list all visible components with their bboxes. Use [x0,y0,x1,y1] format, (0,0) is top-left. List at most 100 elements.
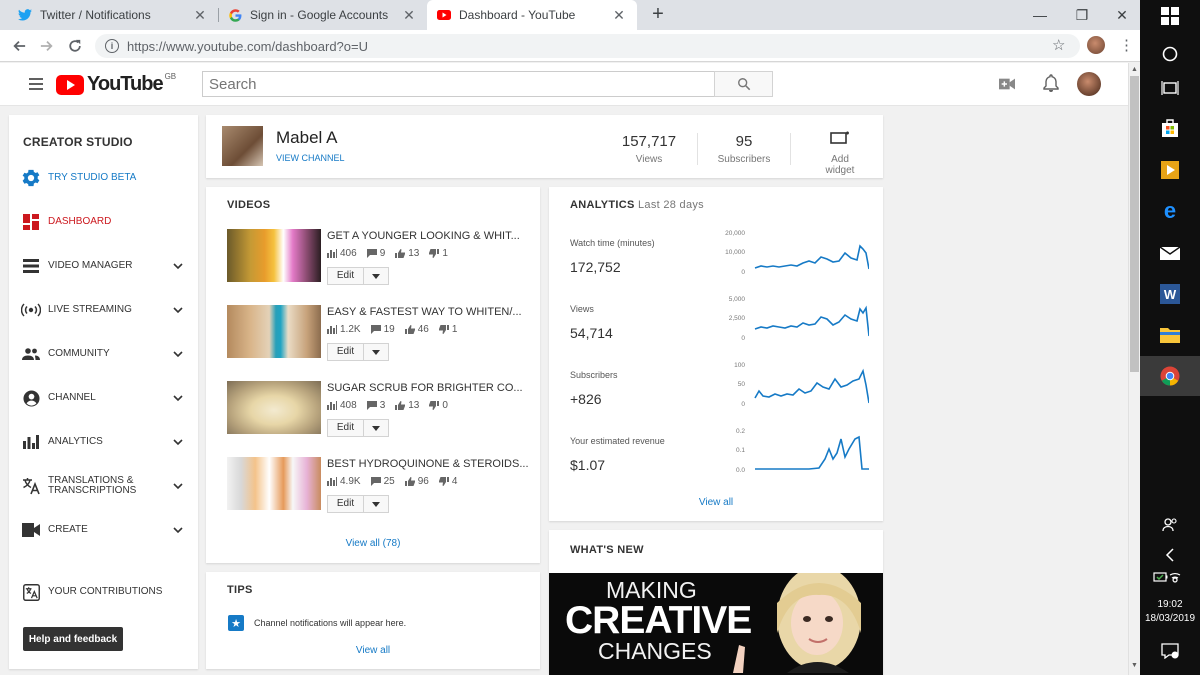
scrollbar-thumb[interactable] [1130,76,1139,372]
video-title[interactable]: SUGAR SCRUB FOR BRIGHTER CO... [327,382,523,394]
chevron-down-icon[interactable] [173,349,183,359]
minimize-button[interactable]: — [1020,0,1060,30]
revenue-sparkline[interactable]: 0.2 0.1 0.0 [719,427,869,477]
edit-button[interactable]: Edit [327,267,389,285]
chevron-down-icon[interactable] [173,261,183,271]
views-sparkline[interactable]: 5,000 2,500 0 [719,295,869,345]
subscribers-label: Subscribers [717,154,771,165]
bookmark-star-icon[interactable]: ☆ [1052,36,1065,54]
dropdown-caret-icon[interactable] [364,501,388,507]
chevron-down-icon[interactable] [173,393,183,403]
axis-tick: 0.0 [736,467,745,474]
site-info-icon[interactable]: i [105,39,119,53]
videos-view-all-link[interactable]: View all (78) [206,538,540,549]
thumbs-down-icon [438,325,449,334]
chevron-down-icon[interactable] [173,305,183,315]
whats-new-banner[interactable]: MAKING CREATIVE CHANGES [549,573,883,675]
search-input[interactable] [202,71,715,97]
store-icon[interactable] [1158,116,1182,140]
mail-icon[interactable] [1158,241,1182,265]
close-icon[interactable]: ✕ [192,7,208,24]
view-channel-link[interactable]: VIEW CHANNEL [276,153,345,163]
video-likes: 13 [408,400,420,411]
url-bar[interactable]: i https://www.youtube.com/dashboard?o=U [95,34,1080,58]
sidebar-item-try-studio-beta[interactable]: TRY STUDIO BETA [9,163,198,193]
search-button[interactable] [714,71,773,97]
video-thumbnail[interactable] [227,305,321,358]
chevron-down-icon[interactable] [173,525,183,535]
subscribers-sparkline[interactable]: 100 50 0 [719,361,869,411]
edge-browser-icon[interactable]: e [1158,199,1182,223]
tab-google-accounts[interactable]: Sign in - Google Accounts ✕ [219,0,427,30]
close-icon[interactable]: ✕ [611,7,627,24]
battery-wifi-tray[interactable] [1150,565,1190,589]
channel-name: Mabel A [276,128,338,147]
sidebar-item-channel[interactable]: CHANNEL [9,383,198,413]
edit-button[interactable]: Edit [327,343,389,361]
tab-youtube-dashboard[interactable]: Dashboard - YouTube ✕ [427,0,637,30]
help-feedback-button[interactable]: Help and feedback [23,627,123,651]
close-icon[interactable]: ✕ [401,7,417,24]
edit-button[interactable]: Edit [327,495,389,513]
sidebar-item-community[interactable]: COMMUNITY [9,339,198,369]
cortana-search-icon[interactable] [1158,42,1182,66]
action-center-icon[interactable] [1158,639,1182,663]
video-row: GET A YOUNGER LOOKING & WHIT... 406 9 13… [227,229,527,285]
video-row: SUGAR SCRUB FOR BRIGHTER CO... 408 3 13 … [227,381,527,437]
video-thumbnail[interactable] [227,381,321,434]
windows-start-icon[interactable] [1158,4,1182,28]
analytics-view-all-link[interactable]: View all [549,497,883,508]
browser-profile-avatar[interactable] [1087,36,1105,54]
video-title[interactable]: BEST HYDROQUINONE & STEROIDS... [327,458,529,470]
watch-time-sparkline[interactable]: 20,000 10,000 0 [719,229,869,279]
sidebar-item-create[interactable]: CREATE [9,515,198,545]
scroll-up-arrow[interactable]: ▲ [1130,66,1139,73]
metric-value: +826 [570,391,602,407]
back-button[interactable] [8,35,30,57]
youtube-logo[interactable]: YouTube GB [56,72,176,96]
media-player-icon[interactable] [1158,158,1182,182]
hamburger-menu-icon[interactable] [29,78,43,90]
sidebar-item-your-contributions[interactable]: YOUR CONTRIBUTIONS [9,577,198,607]
video-title[interactable]: EASY & FASTEST WAY TO WHITEN/... [327,306,522,318]
edit-button[interactable]: Edit [327,419,389,437]
word-icon[interactable]: W [1158,282,1182,306]
video-thumbnail[interactable] [227,229,321,282]
forward-button[interactable] [36,35,58,57]
close-window-button[interactable]: ✕ [1102,0,1142,30]
scroll-down-arrow[interactable]: ▼ [1130,662,1139,669]
sidebar-item-video-manager[interactable]: VIDEO MANAGER [9,251,198,281]
people-icon[interactable] [1158,513,1182,537]
chevron-down-icon[interactable] [173,481,183,491]
browser-menu-icon[interactable]: ⋮ [1119,36,1134,54]
restore-button[interactable]: ❐ [1062,0,1102,30]
video-thumbnail[interactable] [227,457,321,510]
sidebar-item-label: ANALYTICS [48,436,103,447]
subscribers-count: 95 [735,133,753,150]
tab-twitter[interactable]: Twitter / Notifications ✕ [8,0,218,30]
taskbar-clock[interactable]: 19:02 18/03/2019 [1140,598,1200,626]
video-title[interactable]: GET A YOUNGER LOOKING & WHIT... [327,230,520,242]
sidebar-item-label: CREATE [48,524,88,535]
add-widget-button[interactable]: Add widget [816,131,864,176]
dropdown-caret-icon[interactable] [364,273,388,279]
video-likes: 13 [408,248,420,259]
create-video-icon[interactable] [999,77,1015,91]
dropdown-caret-icon[interactable] [364,349,388,355]
chrome-icon[interactable] [1158,364,1182,388]
file-explorer-icon[interactable] [1158,322,1182,346]
channel-thumbnail[interactable] [222,126,263,166]
tips-view-all-link[interactable]: View all [206,645,540,656]
chevron-down-icon[interactable] [173,437,183,447]
dropdown-caret-icon[interactable] [364,425,388,431]
tray-expand-chevron-icon[interactable] [1158,543,1182,567]
account-avatar[interactable] [1077,72,1101,96]
sidebar-item-live-streaming[interactable]: LIVE STREAMING [9,295,198,325]
new-tab-button[interactable]: + [648,4,668,24]
sidebar-item-analytics[interactable]: ANALYTICS [9,427,198,457]
reload-button[interactable] [64,35,86,57]
task-view-icon[interactable] [1158,76,1182,100]
notifications-bell-icon[interactable] [1043,74,1059,92]
sidebar-item-dashboard[interactable]: DASHBOARD [9,207,198,237]
sidebar-item-translations[interactable]: TRANSLATIONS & TRANSCRIPTIONS [9,471,198,501]
